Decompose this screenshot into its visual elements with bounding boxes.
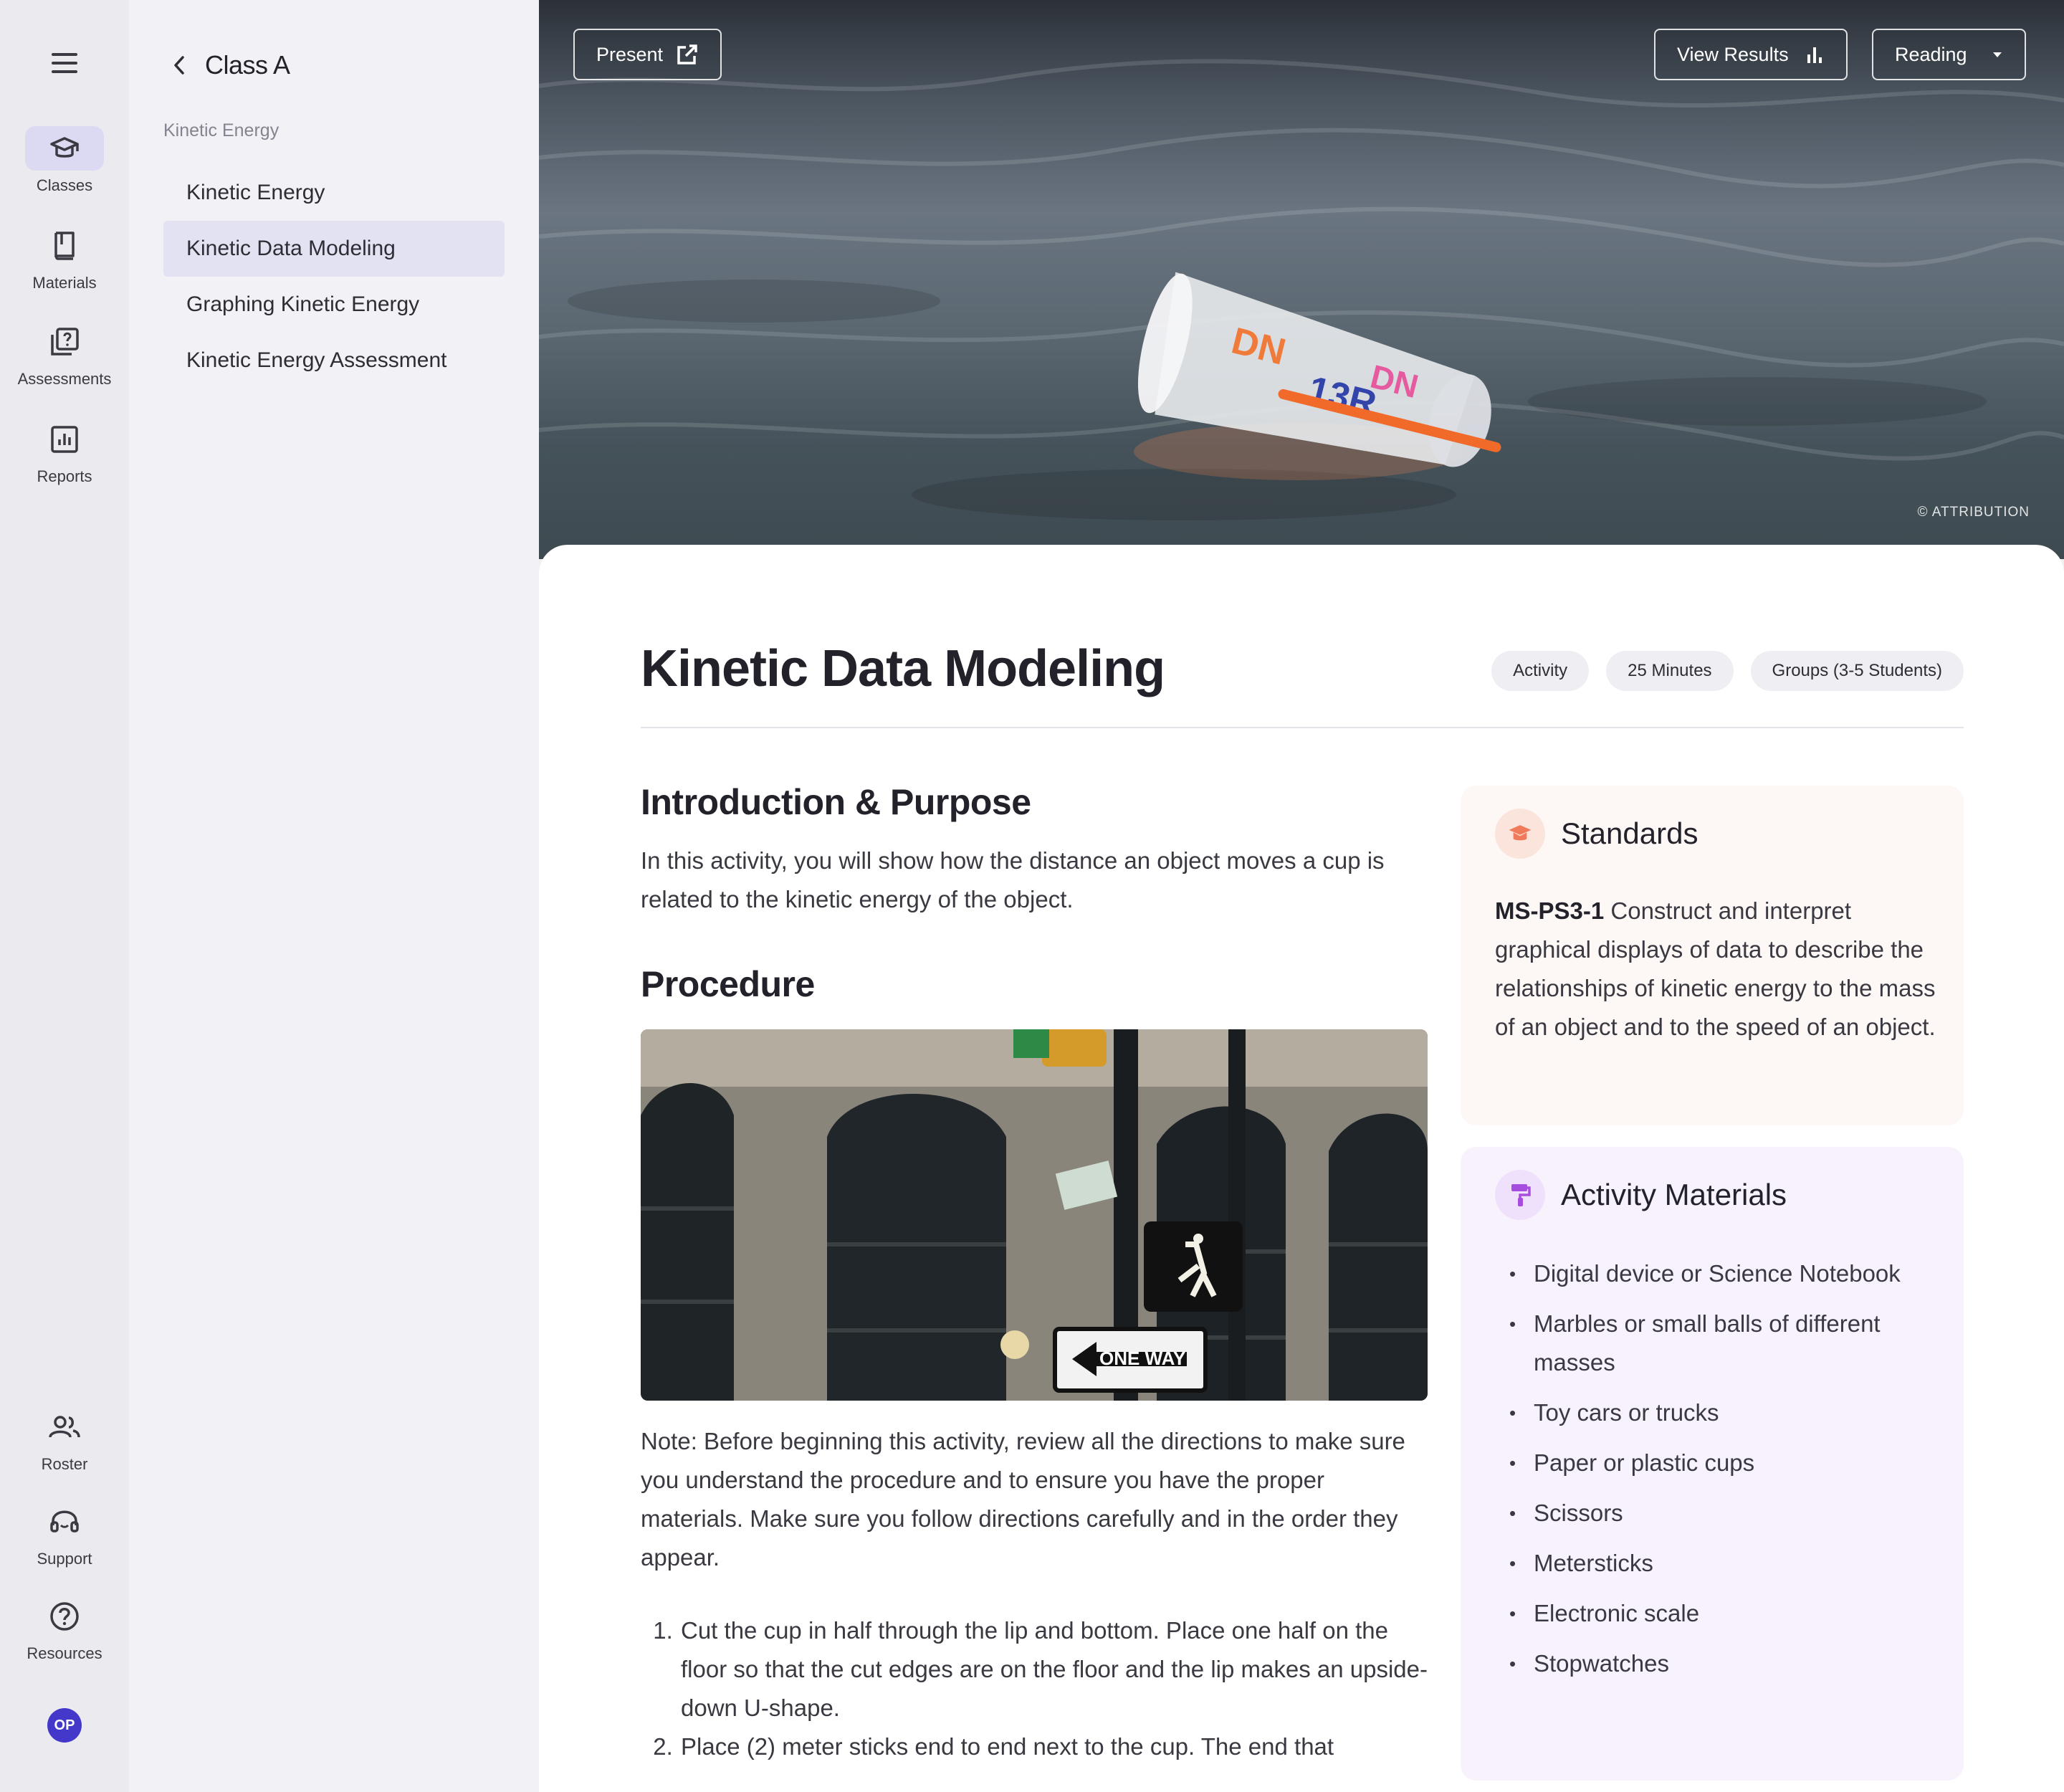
rail-item-assessments[interactable]: Assessments (0, 320, 129, 389)
quiz-icon (51, 328, 79, 356)
paint-roller-icon (1511, 1184, 1531, 1206)
standard-code: MS-PS3-1 (1495, 897, 1605, 924)
rail-label: Reports (37, 467, 92, 485)
material-item: Scissors (1495, 1494, 1939, 1533)
divider (641, 727, 1964, 728)
street-scene-illustration: ONE WAY (641, 1029, 1428, 1401)
svg-text:ONE WAY: ONE WAY (1099, 1348, 1185, 1369)
icon-rail: Classes Materials Assessments Reports Ro… (0, 0, 129, 1792)
procedure-note: Note: Before beginning this activity, re… (641, 1428, 1405, 1571)
material-item: Digital device or Science Notebook (1495, 1254, 1939, 1293)
standard-entry: MS-PS3-1 Construct and interpret graphic… (1495, 892, 1939, 1047)
materials-heading: Activity Materials (1561, 1178, 1787, 1211)
rail-item-roster[interactable]: Roster (0, 1405, 129, 1474)
hero-image: DN 13R DN Present View Results Reading ©… (539, 0, 2064, 559)
book-icon (54, 232, 75, 260)
chip-grouping: Groups (3-5 Students) (1750, 651, 1964, 691)
procedure-photo: ONE WAY (641, 1029, 1428, 1401)
reading-dropdown[interactable]: Reading (1872, 29, 2026, 80)
help-circle-icon (50, 1602, 79, 1631)
materials-panel: Activity Materials Digital device or Sci… (1461, 1147, 1964, 1781)
view-results-label: View Results (1677, 43, 1789, 65)
rail-label: Roster (41, 1455, 88, 1473)
rail-label: Materials (32, 274, 97, 292)
rail-item-materials[interactable]: Materials (0, 224, 129, 292)
lesson-nav: Class A Kinetic Energy Kinetic Energy Ki… (129, 0, 539, 1792)
view-results-button[interactable]: View Results (1654, 29, 1848, 80)
rail-item-classes[interactable]: Classes (0, 126, 129, 195)
material-item: Marbles or small balls of different mass… (1495, 1305, 1939, 1382)
caret-down-icon (1992, 52, 2002, 57)
material-item: Electronic scale (1495, 1594, 1939, 1633)
lesson-item[interactable]: Kinetic Energy (163, 165, 505, 221)
intro-text: In this activity, you will show how the … (641, 847, 1385, 912)
materials-list: Digital device or Science Notebook Marbl… (1495, 1254, 1939, 1695)
rail-label: Classes (36, 176, 93, 194)
menu-icon[interactable] (52, 53, 77, 73)
page-title: Kinetic Data Modeling (641, 640, 1165, 697)
intro-heading: Introduction & Purpose (641, 782, 1031, 822)
people-icon (49, 1416, 80, 1438)
material-item: Metersticks (1495, 1544, 1939, 1583)
reading-label: Reading (1895, 43, 1967, 65)
material-item: Paper or plastic cups (1495, 1444, 1939, 1482)
rail-label: Assessments (17, 370, 112, 388)
lesson-meta-chips: Activity 25 Minutes Groups (3-5 Students… (1491, 651, 1964, 691)
rail-item-reports[interactable]: Reports (0, 417, 129, 486)
lesson-item[interactable]: Graphing Kinetic Energy (163, 277, 505, 333)
headset-icon (50, 1510, 79, 1533)
external-link-icon (677, 44, 697, 65)
lesson-main: DN 13R DN Present View Results Reading ©… (539, 0, 2064, 1792)
procedure-step: Cut the cup in half through the lip and … (679, 1611, 1428, 1727)
procedure-heading: Procedure (641, 964, 815, 1004)
material-item: Toy cars or trucks (1495, 1393, 1939, 1432)
lesson-list: Kinetic Energy Kinetic Data Modeling Gra… (163, 165, 505, 389)
photo-attribution: © ATTRIBUTION (1917, 505, 2030, 520)
lesson-body: Introduction & Purpose In this activity,… (641, 781, 1428, 1766)
rail-item-resources[interactable]: Resources (0, 1594, 129, 1663)
standards-panel: Standards MS-PS3-1 Construct and interpr… (1461, 786, 1964, 1125)
bar-chart-icon (1807, 47, 1822, 63)
chevron-left-icon (174, 56, 184, 75)
procedure-steps: Cut the cup in half through the lip and … (641, 1611, 1428, 1766)
chip-duration: 25 Minutes (1606, 651, 1734, 691)
lesson-card: Kinetic Data Modeling Activity 25 Minute… (539, 545, 2064, 1792)
standards-icon-badge (1495, 809, 1545, 859)
rail-item-support[interactable]: Support (0, 1500, 129, 1568)
rail-label: Resources (27, 1644, 102, 1662)
materials-icon-badge (1495, 1170, 1545, 1220)
rail-label: Support (37, 1550, 92, 1568)
class-title: Class A (205, 50, 290, 80)
material-item: Stopwatches (1495, 1644, 1939, 1683)
present-button[interactable]: Present (573, 29, 722, 80)
water-with-cup-illustration: DN 13R DN (539, 59, 2064, 520)
lesson-item[interactable]: Kinetic Energy Assessment (163, 333, 505, 389)
procedure-step: Place (2) meter sticks end to end next t… (679, 1727, 1428, 1766)
avatar[interactable]: OP (47, 1708, 82, 1743)
graduation-cap-icon (1509, 825, 1532, 841)
chip-type: Activity (1491, 651, 1590, 691)
present-label: Present (596, 43, 664, 65)
graduation-cap-icon (50, 137, 79, 158)
back-button[interactable]: Class A (172, 50, 290, 80)
lesson-item-active[interactable]: Kinetic Data Modeling (163, 221, 505, 277)
standards-heading: Standards (1561, 816, 1698, 850)
unit-label: Kinetic Energy (163, 120, 280, 140)
report-chart-icon (51, 426, 78, 453)
